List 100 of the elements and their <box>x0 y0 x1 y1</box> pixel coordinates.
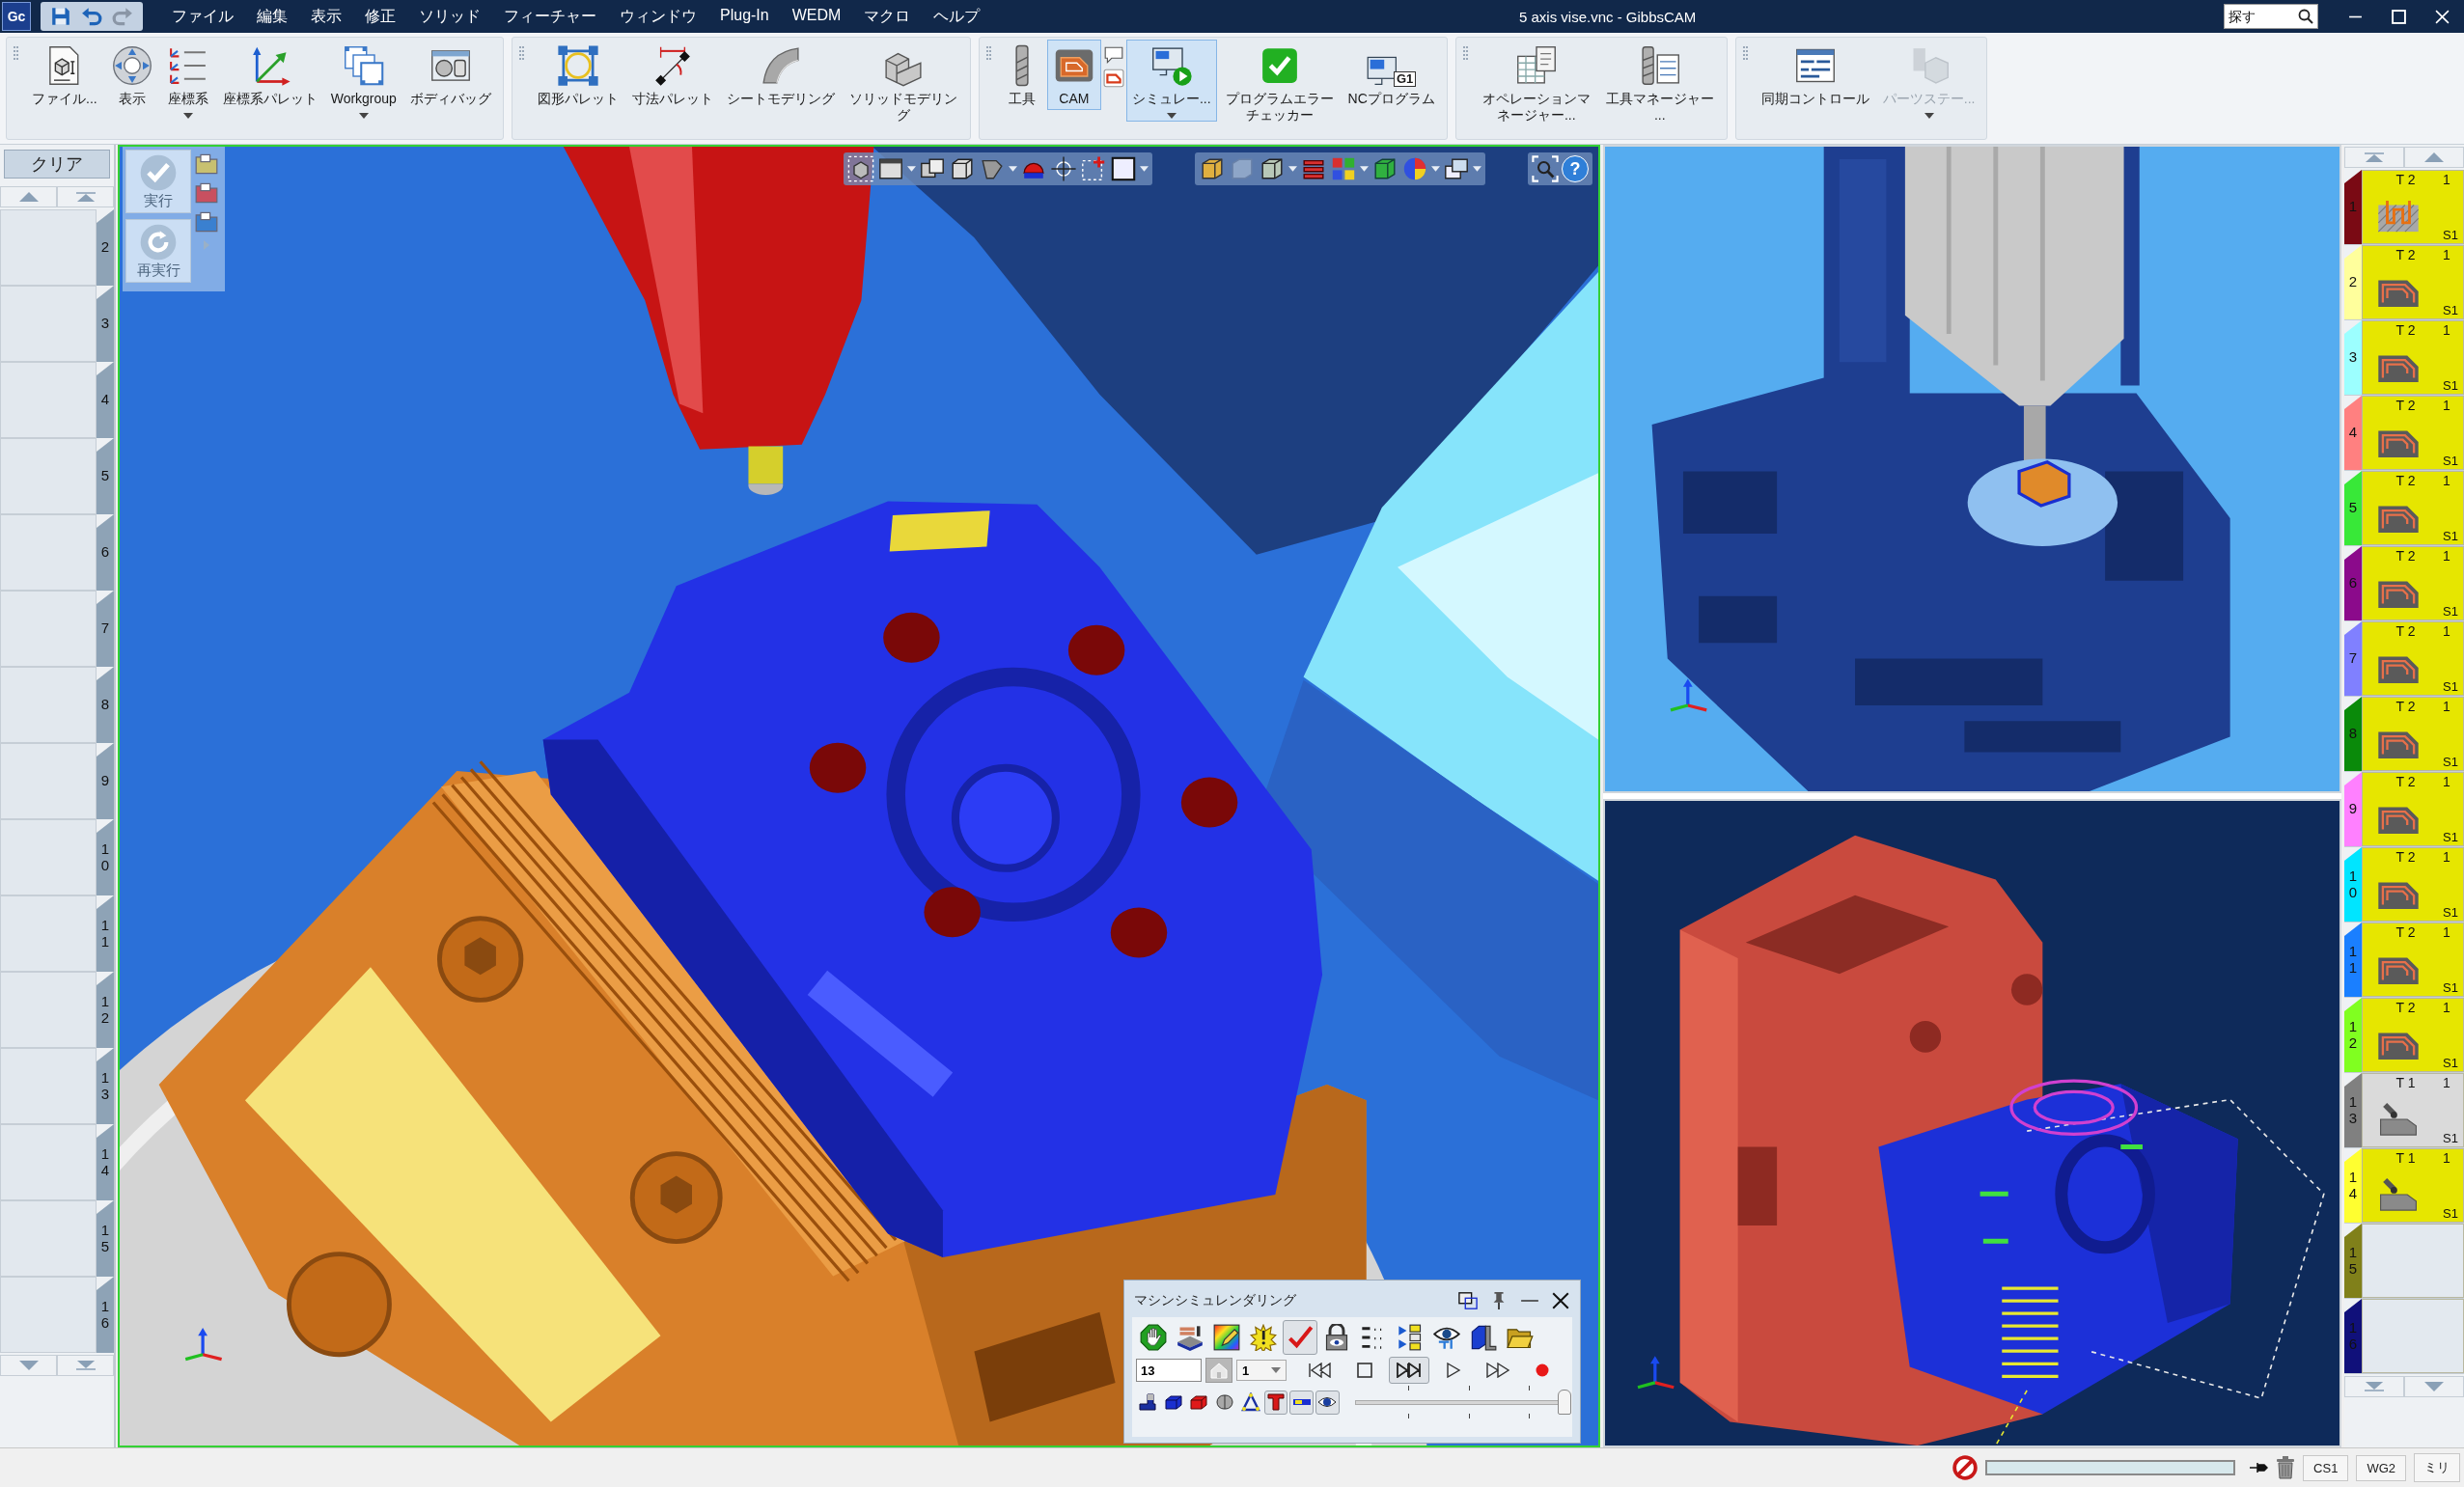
ribbon-button[interactable]: 寸法パレット <box>625 40 719 110</box>
operation-tile[interactable]: T 2 1 S1 <box>2362 697 2464 771</box>
ribbon-button[interactable]: 工具 <box>998 40 1045 110</box>
speed-slider[interactable] <box>1354 1386 1569 1418</box>
cube-select-icon[interactable] <box>847 155 874 182</box>
operation-tile[interactable]: T 2 1 S1 <box>2362 320 2464 395</box>
pin-icon[interactable] <box>2249 1462 2269 1473</box>
speech-shape-icon[interactable] <box>1102 45 1124 65</box>
window-toggle-icon[interactable] <box>1458 1291 1478 1310</box>
operation-tile[interactable]: T 2 1 S1 <box>2362 772 2464 846</box>
operation-tile[interactable]: T 1 1 S1 <box>2362 1148 2464 1223</box>
operation-tile[interactable]: T 2 1 S1 <box>2362 922 2464 997</box>
ribbon-button[interactable]: シートモデリング <box>720 40 841 110</box>
operation-tab[interactable]: 4 <box>2344 396 2362 470</box>
slot-number-tab[interactable]: 7 <box>97 591 114 667</box>
operation-tile[interactable] <box>2362 1224 2464 1298</box>
number-dropdown[interactable]: 1 <box>1236 1360 1287 1381</box>
grip-icon[interactable] <box>1461 45 1468 61</box>
operation-tile[interactable]: T 1 1 S1 <box>2362 1073 2464 1147</box>
folder-icon[interactable] <box>195 211 218 233</box>
display-toggle-button[interactable] <box>1315 1390 1340 1415</box>
playback-button[interactable] <box>1389 1357 1429 1384</box>
slot-number-tab[interactable]: 3 <box>97 286 114 362</box>
slot-number-tab[interactable]: 6 <box>97 514 114 591</box>
color-grid-icon[interactable] <box>1330 155 1357 182</box>
folder-icon[interactable] <box>195 153 218 175</box>
clear-button[interactable]: クリア <box>4 150 110 179</box>
slider-thumb[interactable] <box>1557 1390 1571 1415</box>
slot-number-tab[interactable]: 4 <box>97 362 114 438</box>
ribbon-button[interactable]: プログラムエラーチェッカー <box>1218 40 1341 126</box>
operation-tile[interactable]: T 2 1 S1 <box>2362 998 2464 1072</box>
operation-tile[interactable] <box>2362 1299 2464 1373</box>
undo-icon[interactable] <box>81 6 102 27</box>
caret-icon[interactable] <box>182 113 193 119</box>
operation-tile[interactable]: T 2 1 S1 <box>2362 170 2464 244</box>
operation-tile[interactable]: T 2 1 S1 <box>2362 847 2464 922</box>
menu-item[interactable]: 表示 <box>299 6 353 27</box>
operation-tab[interactable]: 12 <box>2344 998 2362 1072</box>
slot-number-tab[interactable]: 8 <box>97 667 114 743</box>
viewport[interactable] <box>1603 145 2341 793</box>
operation-tab[interactable]: 9 <box>2344 772 2362 846</box>
maximize-icon[interactable] <box>2392 9 2406 24</box>
grip-icon[interactable] <box>517 45 524 61</box>
plus-box-icon[interactable] <box>1080 155 1107 182</box>
menu-item[interactable]: ウィンドウ <box>608 6 708 27</box>
ribbon-button[interactable]: 表示 <box>104 40 159 110</box>
ribbon-button[interactable]: CAM <box>1046 40 1101 110</box>
app-logo[interactable]: Gc <box>2 2 31 31</box>
slot-number-tab[interactable]: 15 <box>97 1200 114 1277</box>
operation-tab[interactable]: 14 <box>2344 1148 2362 1223</box>
caret-icon[interactable] <box>358 113 369 119</box>
operation-tab[interactable]: 8 <box>2344 697 2362 771</box>
ribbon-button[interactable]: 座標系 <box>160 40 215 122</box>
search-icon[interactable] <box>2298 9 2313 24</box>
ribbon-button[interactable]: ソリッドモデリング <box>842 40 964 126</box>
operation-tile[interactable]: T 2 1 S1 <box>2362 621 2464 696</box>
cancel-icon[interactable] <box>1952 1455 1979 1480</box>
close-icon[interactable] <box>1551 1291 1570 1310</box>
grip-icon[interactable] <box>984 45 991 61</box>
operation-tab[interactable]: 10 <box>2344 847 2362 922</box>
caret-icon[interactable] <box>907 166 916 172</box>
operation-tab[interactable]: 13 <box>2344 1073 2362 1147</box>
viewport[interactable] <box>1603 799 2341 1447</box>
caret-icon[interactable] <box>1009 166 1017 172</box>
operation-tab[interactable]: 11 <box>2344 922 2362 997</box>
help-button[interactable]: ? <box>1562 155 1589 182</box>
caret-icon[interactable] <box>1166 113 1177 119</box>
operation-tile[interactable]: T 2 1 S1 <box>2362 245 2464 319</box>
crosshair-icon[interactable] <box>1050 155 1077 182</box>
ribbon-button[interactable]: ファイル... <box>26 40 103 110</box>
grip-icon[interactable] <box>13 45 18 61</box>
save-icon[interactable] <box>50 6 71 27</box>
operation-tab[interactable]: 2 <box>2344 245 2362 319</box>
caret-icon[interactable] <box>1140 166 1149 172</box>
ribbon-button[interactable]: オペレーションマネージャー... <box>1475 40 1597 126</box>
menu-item[interactable]: フィーチャー <box>492 6 608 27</box>
grip-icon[interactable] <box>1741 45 1748 61</box>
menu-item[interactable]: WEDM <box>780 6 853 27</box>
operation-tab[interactable]: 15 <box>2344 1224 2362 1298</box>
display-toggle-button[interactable] <box>1263 1390 1288 1415</box>
search-field[interactable]: 探す <box>2224 4 2318 29</box>
menu-item[interactable]: 編集 <box>245 6 299 27</box>
ribbon-button[interactable]: Workgroup <box>324 40 402 122</box>
slot-number-tab[interactable]: 13 <box>97 1048 114 1124</box>
menu-item[interactable]: マクロ <box>852 6 923 27</box>
square-icon[interactable] <box>1110 155 1137 182</box>
contour-icon[interactable] <box>1102 69 1124 88</box>
menu-item[interactable]: ファイル <box>160 6 245 27</box>
caret-icon[interactable] <box>1473 166 1481 172</box>
slot-number-tab[interactable]: 14 <box>97 1124 114 1200</box>
ribbon-button[interactable]: 同期コントロール <box>1755 40 1875 110</box>
slot-number-tab[interactable]: 16 <box>97 1277 114 1353</box>
zoom-fit-icon[interactable] <box>1532 155 1559 182</box>
caret-icon[interactable] <box>1431 166 1440 172</box>
display-toggle-button[interactable] <box>1289 1390 1315 1415</box>
caret-icon[interactable] <box>1271 1367 1281 1373</box>
operation-tab[interactable]: 5 <box>2344 471 2362 545</box>
caret-icon[interactable] <box>1360 166 1369 172</box>
operation-tab[interactable]: 7 <box>2344 621 2362 696</box>
menu-item[interactable]: 修正 <box>353 6 407 27</box>
